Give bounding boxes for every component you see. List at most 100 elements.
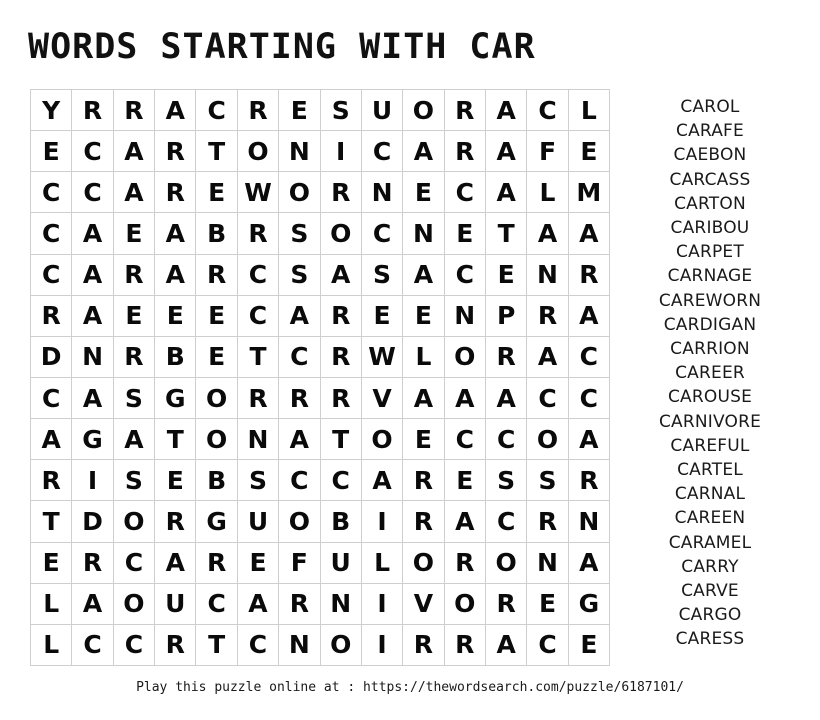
grid-cell[interactable]: M <box>568 172 611 214</box>
grid-cell[interactable]: R <box>72 542 114 584</box>
grid-cell[interactable]: R <box>403 624 445 666</box>
grid-cell[interactable]: T <box>31 501 73 543</box>
grid-cell[interactable]: N <box>279 131 321 173</box>
grid-cell[interactable]: R <box>155 501 197 543</box>
grid-cell[interactable]: C <box>72 172 114 214</box>
grid-cell[interactable]: O <box>444 336 486 378</box>
grid-cell[interactable]: C <box>113 624 156 666</box>
grid-cell[interactable]: A <box>485 377 528 420</box>
grid-cell[interactable]: C <box>31 172 73 214</box>
grid-cell[interactable]: R <box>237 90 280 132</box>
grid-cell[interactable]: O <box>279 172 321 214</box>
grid-cell[interactable]: R <box>444 624 486 666</box>
grid-cell[interactable]: A <box>568 295 611 337</box>
word-list-item[interactable]: CAROUSE <box>624 385 796 409</box>
grid-cell[interactable]: R <box>279 583 321 625</box>
grid-cell[interactable]: E <box>444 213 486 255</box>
word-list-item[interactable]: CARRY <box>624 555 796 579</box>
grid-cell[interactable]: U <box>155 583 197 625</box>
grid-cell[interactable]: N <box>444 295 486 337</box>
grid-cell[interactable]: R <box>72 90 114 132</box>
grid-cell[interactable]: A <box>72 213 114 255</box>
grid-cell[interactable]: E <box>196 172 238 214</box>
grid-cell[interactable]: S <box>527 460 569 502</box>
grid-cell[interactable]: I <box>72 460 114 502</box>
grid-cell[interactable]: E <box>444 460 486 502</box>
grid-cell[interactable]: A <box>403 254 445 296</box>
grid-cell[interactable]: A <box>568 213 611 255</box>
grid-cell[interactable]: S <box>279 254 321 296</box>
grid-cell[interactable]: S <box>113 377 156 420</box>
grid-cell[interactable]: O <box>279 501 321 543</box>
grid-cell[interactable]: A <box>568 542 611 584</box>
grid-cell[interactable]: C <box>279 336 321 378</box>
grid-cell[interactable]: O <box>196 419 238 461</box>
word-list-item[interactable]: CARGO <box>624 603 796 627</box>
grid-cell[interactable]: E <box>403 419 445 461</box>
grid-cell[interactable]: R <box>568 460 611 502</box>
grid-cell[interactable]: E <box>485 254 528 296</box>
grid-cell[interactable]: A <box>279 419 321 461</box>
grid-cell[interactable]: V <box>403 583 445 625</box>
grid-cell[interactable]: C <box>361 131 404 173</box>
grid-cell[interactable]: A <box>113 419 156 461</box>
grid-cell[interactable]: I <box>361 501 404 543</box>
grid-cell[interactable]: E <box>196 295 238 337</box>
grid-cell[interactable]: C <box>485 501 528 543</box>
grid-cell[interactable]: O <box>485 542 528 584</box>
grid-cell[interactable]: C <box>72 131 114 173</box>
grid-cell[interactable]: C <box>568 377 611 420</box>
grid-cell[interactable]: S <box>485 460 528 502</box>
grid-cell[interactable]: E <box>113 213 156 255</box>
grid-cell[interactable]: R <box>237 377 280 420</box>
grid-cell[interactable]: C <box>444 172 486 214</box>
word-list-item[interactable]: CARNIVORE <box>624 410 796 434</box>
grid-cell[interactable]: C <box>361 213 404 255</box>
grid-cell[interactable]: O <box>320 624 362 666</box>
grid-cell[interactable]: R <box>113 90 156 132</box>
word-list-item[interactable]: CARTEL <box>624 458 796 482</box>
grid-cell[interactable]: F <box>279 542 321 584</box>
grid-cell[interactable]: C <box>31 254 73 296</box>
grid-cell[interactable]: A <box>485 172 528 214</box>
grid-cell[interactable]: C <box>237 295 280 337</box>
grid-cell[interactable]: F <box>527 131 569 173</box>
grid-cell[interactable]: A <box>237 583 280 625</box>
grid-cell[interactable]: A <box>72 583 114 625</box>
grid-cell[interactable]: R <box>113 336 156 378</box>
grid-cell[interactable]: B <box>196 213 238 255</box>
word-list-item[interactable]: CARNAGE <box>624 264 796 288</box>
grid-cell[interactable]: C <box>444 254 486 296</box>
grid-cell[interactable]: O <box>403 90 445 132</box>
word-list-item[interactable]: CARTON <box>624 192 796 216</box>
grid-cell[interactable]: T <box>196 131 238 173</box>
grid-cell[interactable]: R <box>527 295 569 337</box>
grid-cell[interactable]: I <box>361 583 404 625</box>
grid-cell[interactable]: R <box>485 336 528 378</box>
grid-cell[interactable]: T <box>485 213 528 255</box>
grid-cell[interactable]: T <box>237 336 280 378</box>
grid-cell[interactable]: N <box>403 213 445 255</box>
grid-cell[interactable]: E <box>403 172 445 214</box>
grid-cell[interactable]: G <box>155 377 197 420</box>
grid-cell[interactable]: C <box>527 377 569 420</box>
grid-cell[interactable]: A <box>403 377 445 420</box>
grid-cell[interactable]: C <box>527 90 569 132</box>
word-list-item[interactable]: CAROL <box>624 95 796 119</box>
grid-cell[interactable]: A <box>155 254 197 296</box>
grid-cell[interactable]: R <box>237 213 280 255</box>
grid-cell[interactable]: R <box>320 172 362 214</box>
grid-cell[interactable]: C <box>196 90 238 132</box>
grid-cell[interactable]: C <box>568 336 611 378</box>
grid-cell[interactable]: C <box>72 624 114 666</box>
grid-cell[interactable]: R <box>444 131 486 173</box>
grid-cell[interactable]: E <box>403 295 445 337</box>
grid-cell[interactable]: W <box>361 336 404 378</box>
grid-cell[interactable]: A <box>155 90 197 132</box>
grid-cell[interactable]: A <box>72 377 114 420</box>
grid-cell[interactable]: R <box>527 501 569 543</box>
grid-cell[interactable]: A <box>155 542 197 584</box>
grid-cell[interactable]: E <box>568 624 611 666</box>
grid-cell[interactable]: R <box>155 172 197 214</box>
grid-cell[interactable]: E <box>196 336 238 378</box>
